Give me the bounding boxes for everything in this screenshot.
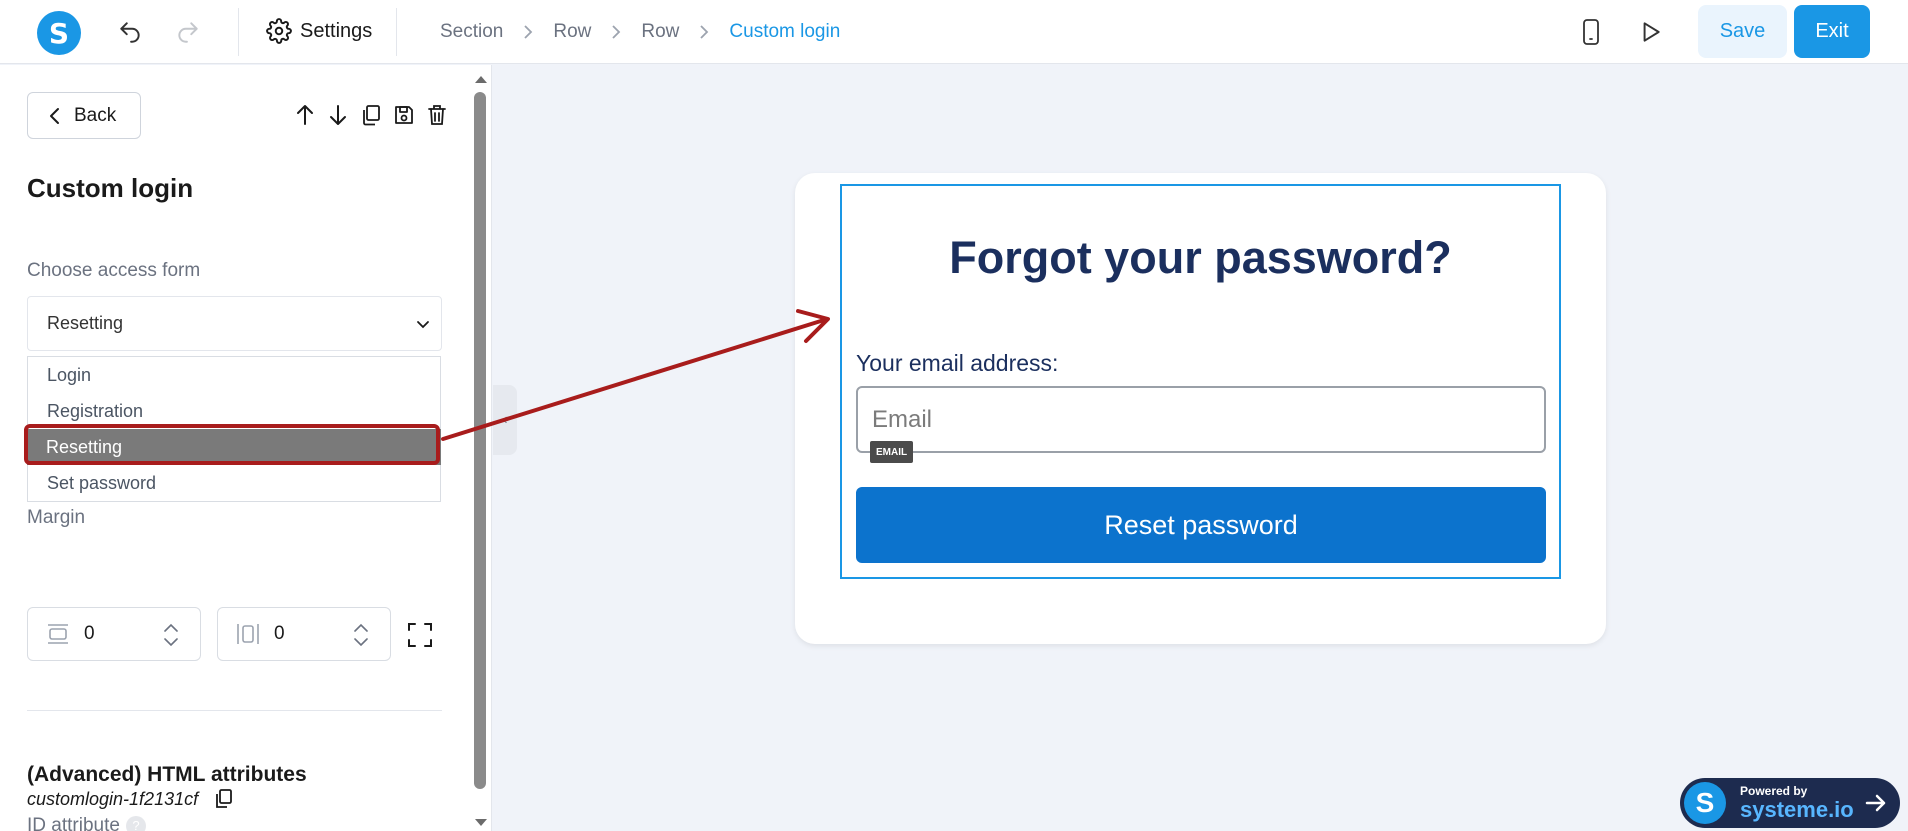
access-form-value: Resetting <box>47 313 124 333</box>
breadcrumb-row[interactable]: Row <box>553 21 591 43</box>
undo-icon[interactable] <box>116 18 144 46</box>
exit-button[interactable]: Exit <box>1794 5 1870 58</box>
stepper-icon[interactable] <box>352 622 370 654</box>
margin-horizontal-input[interactable]: 0 <box>217 607 391 661</box>
email-placeholder: Email <box>872 405 933 433</box>
help-icon[interactable]: ? <box>125 815 146 831</box>
powered-by-badge[interactable]: S Powered by systeme.io <box>1680 778 1900 828</box>
chevron-right-icon <box>609 23 623 41</box>
annotation-highlight-box <box>24 424 440 465</box>
margin-label: Margin <box>27 507 86 528</box>
chevron-left-icon <box>48 106 62 126</box>
redo-icon[interactable] <box>174 18 202 46</box>
margin-vertical-value: 0 <box>84 623 95 644</box>
chevron-right-icon <box>697 23 711 41</box>
chevron-left-icon: ‹ <box>502 411 508 428</box>
scrollbar-thumb[interactable] <box>474 92 486 789</box>
vertical-margin-icon <box>46 623 70 645</box>
access-form-label: Choose access form <box>27 260 201 281</box>
mobile-preview-icon[interactable] <box>1577 18 1605 46</box>
breadcrumb: Section Row Row Custom login <box>440 21 840 43</box>
expand-margins-icon[interactable] <box>406 621 434 654</box>
form-title[interactable]: Forgot your password? <box>840 232 1561 284</box>
back-button[interactable]: Back <box>27 92 141 139</box>
option-set-password[interactable]: Set password <box>28 465 440 501</box>
chevron-right-icon <box>521 23 535 41</box>
systeme-logo[interactable]: S <box>37 11 81 55</box>
collapse-sidebar-tab[interactable]: ‹ <box>493 385 517 455</box>
arrow-down-icon[interactable] <box>325 102 350 128</box>
id-attribute-value: customlogin-1f2131cf <box>27 788 199 809</box>
trash-icon[interactable] <box>424 102 449 128</box>
reset-password-button[interactable]: Reset password <box>856 487 1546 563</box>
breadcrumb-row[interactable]: Row <box>641 21 679 43</box>
id-attribute-text: ID attribute <box>27 815 120 831</box>
badge-line1: Powered by <box>1740 784 1808 798</box>
play-preview-icon[interactable] <box>1636 18 1664 46</box>
divider <box>27 710 442 711</box>
panel-title: Custom login <box>27 173 194 203</box>
advanced-attributes-title: (Advanced) HTML attributes <box>27 763 307 786</box>
element-toolbar <box>292 102 449 128</box>
divider <box>238 8 239 56</box>
divider <box>396 8 397 56</box>
id-attribute-label: ID attribute? <box>27 815 146 831</box>
access-form-select[interactable]: Resetting <box>27 296 442 351</box>
settings-button[interactable]: Settings <box>266 18 372 44</box>
systeme-logo: S <box>1684 782 1726 824</box>
badge-text: Powered by systeme.io <box>1740 784 1854 822</box>
id-attribute-row: customlogin-1f2131cf <box>27 788 234 810</box>
duplicate-icon[interactable] <box>358 102 383 128</box>
save-block-icon[interactable] <box>391 102 416 128</box>
breadcrumb-current: Custom login <box>729 21 841 42</box>
back-label: Back <box>74 104 117 126</box>
arrow-right-icon <box>1864 791 1888 820</box>
breadcrumb-section[interactable]: Section <box>440 21 503 43</box>
stepper-icon[interactable] <box>162 622 180 654</box>
gear-icon <box>266 18 292 44</box>
email-label: Your email address: <box>856 350 1059 376</box>
settings-label: Settings <box>300 19 373 42</box>
margin-horizontal-value: 0 <box>274 623 285 644</box>
copy-icon[interactable] <box>214 788 234 810</box>
horizontal-margin-icon <box>236 622 260 646</box>
option-login[interactable]: Login <box>28 357 440 393</box>
badge-line2: systeme.io <box>1740 797 1854 822</box>
chevron-down-icon <box>415 316 431 337</box>
arrow-up-icon[interactable] <box>292 102 317 128</box>
email-field-tag: EMAIL <box>870 441 914 463</box>
email-input[interactable]: Email <box>856 386 1546 453</box>
top-bar: S Settings Section Row Row Custom login … <box>0 0 1908 64</box>
margin-vertical-input[interactable]: 0 <box>27 607 201 661</box>
save-button[interactable]: Save <box>1698 5 1787 58</box>
